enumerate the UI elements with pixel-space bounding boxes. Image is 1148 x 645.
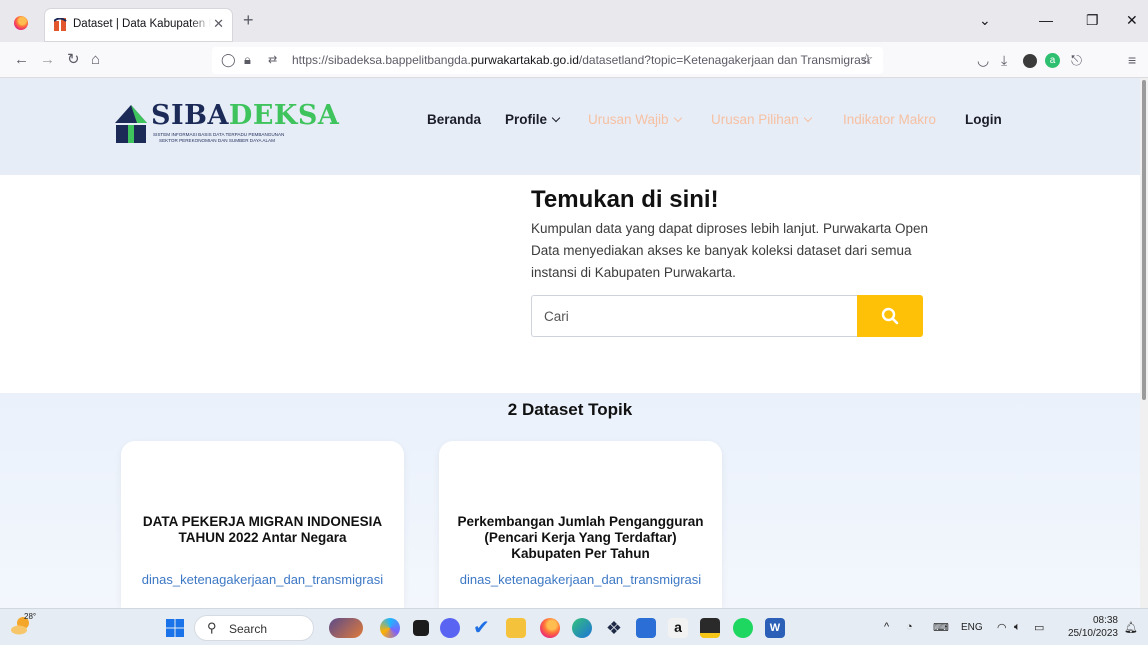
site-header: SIBADEKSA Sistem Informasi Basis Data Te…	[0, 78, 1140, 175]
logo-subtitle: Sistem Informasi Basis Data Terpadu Pemb…	[153, 132, 285, 143]
edge-icon[interactable]	[572, 618, 592, 638]
downloads-icon[interactable]: ⤓	[1001, 51, 1007, 69]
browser-tab[interactable]: Dataset | Data Kabupaten Purwakarta ✕	[45, 9, 232, 41]
home-icon[interactable]: ⌂	[91, 51, 100, 69]
widgets-icon[interactable]	[329, 618, 363, 638]
restore-icon[interactable]: ❐	[1086, 12, 1099, 28]
dataset-card-agency[interactable]: dinas_ketenagakerjaan_dan_transmigrasi	[121, 572, 404, 587]
tray-overflow-icon[interactable]: ^	[884, 621, 889, 633]
scrollbar-thumb[interactable]	[1142, 80, 1146, 400]
nav-beranda[interactable]: Beranda	[427, 112, 481, 127]
grammar-extension-icon[interactable]: a	[1045, 53, 1060, 68]
url-bar[interactable]: ◯ 🔒︎ ⇄ https://sibadeksa.bappelitbangda.…	[212, 47, 883, 74]
new-tab-icon[interactable]: +	[243, 11, 254, 29]
back-icon[interactable]: ←	[14, 51, 29, 69]
shield-icon[interactable]: ◯	[221, 52, 236, 68]
volume-icon[interactable]: 🔈︎	[1014, 621, 1021, 634]
pocket-icon[interactable]: ◡	[977, 51, 989, 69]
clock-time: 08:38	[1092, 615, 1118, 626]
search-button[interactable]	[857, 295, 923, 337]
nav-urusan-pilihan[interactable]: Urusan Pilihan	[711, 112, 813, 127]
search-icon: ⚲	[207, 620, 217, 635]
spotify-icon[interactable]	[733, 618, 753, 638]
lock-icon[interactable]: 🔒︎	[244, 52, 251, 68]
copilot-icon[interactable]	[380, 618, 400, 638]
firefox-taskbar-icon[interactable]	[540, 618, 560, 638]
nav-profile[interactable]: Profile	[505, 112, 561, 127]
weather-temperature: 28°	[24, 612, 37, 621]
file-explorer-icon[interactable]	[506, 618, 526, 638]
dataset-card-title[interactable]: DATA PEKERJA MIGRAN INDONESIA TAHUN 2022…	[137, 514, 388, 546]
todo-icon[interactable]: ✔	[473, 618, 493, 638]
keyboard-icon[interactable]: ⌨	[933, 621, 949, 634]
logo-wordmark: SIBADEKSA	[151, 100, 340, 131]
search-input[interactable]	[531, 295, 857, 337]
menu-icon[interactable]: ≡	[1128, 51, 1136, 69]
discord-icon[interactable]	[440, 618, 460, 638]
notification-bell-icon[interactable]: 🔔︎	[1124, 621, 1138, 634]
tab-close-icon[interactable]: ✕	[213, 16, 224, 32]
dataset-card[interactable]: DATA PEKERJA MIGRAN INDONESIA TAHUN 2022…	[121, 441, 404, 608]
tray-app-icon[interactable]: ◔	[906, 621, 913, 633]
amazon-icon[interactable]: a	[668, 618, 688, 638]
windows-taskbar: 28° ⚲ Search ✔ ❖ a W ^ ◔ ⌨ ENG ◠ 🔈︎ ▭ 08…	[0, 608, 1148, 645]
nav-indikator-makro[interactable]: Indikator Makro	[843, 112, 936, 127]
dataset-card[interactable]: Perkembangan Jumlah Pengangguran (Pencar…	[439, 441, 722, 608]
search-icon	[881, 307, 899, 325]
url-text[interactable]: https://sibadeksa.bappelitbangda.purwaka…	[292, 53, 869, 67]
store-icon[interactable]	[636, 618, 656, 638]
sticky-notes-icon[interactable]	[700, 618, 720, 638]
share-icon[interactable]: ⎋	[1071, 51, 1082, 69]
chevron-down-icon	[673, 113, 682, 123]
windows-start-icon[interactable]	[166, 619, 184, 637]
chevron-down-icon	[551, 113, 561, 123]
close-window-icon[interactable]: ✕	[1126, 12, 1138, 28]
extension-icon[interactable]	[1023, 54, 1037, 68]
logo-mark-icon	[115, 105, 147, 143]
taskbar-search[interactable]: ⚲ Search	[194, 615, 314, 641]
nav-login[interactable]: Login	[965, 112, 1002, 127]
browser-tab-bar: Dataset | Data Kabupaten Purwakarta ✕ + …	[0, 0, 1148, 42]
firefox-icon[interactable]	[14, 16, 28, 30]
hero-description: Kumpulan data yang dapat diproses lebih …	[531, 221, 929, 280]
dataset-card-title[interactable]: Perkembangan Jumlah Pengangguran (Pencar…	[455, 514, 706, 562]
minimize-icon[interactable]: —	[1039, 12, 1053, 28]
tab-list-icon[interactable]: ⌄	[979, 12, 991, 28]
permissions-icon[interactable]: ⇄	[268, 53, 277, 66]
taskbar-clock[interactable]: 08:38 25/10/2023	[1062, 614, 1118, 640]
page-scrollbar[interactable]	[1140, 78, 1148, 608]
dataset-heading: 2 Dataset Topik	[507, 400, 633, 419]
nav-urusan-wajib[interactable]: Urusan Wajib	[588, 112, 682, 127]
taskbar-search-label: Search	[229, 622, 268, 636]
site-logo[interactable]: SIBADEKSA Sistem Informasi Basis Data Te…	[113, 101, 339, 151]
wifi-icon[interactable]: ◠	[997, 621, 1007, 634]
word-icon[interactable]: W	[765, 618, 785, 638]
reload-icon[interactable]: ↻	[67, 51, 80, 69]
dataset-card-agency[interactable]: dinas_ketenagakerjaan_dan_transmigrasi	[439, 572, 722, 587]
language-indicator[interactable]: ENG	[961, 622, 983, 633]
clock-date: 25/10/2023	[1067, 628, 1118, 639]
site-favicon-icon	[54, 18, 67, 31]
tab-title: Dataset | Data Kabupaten Purwakarta	[73, 18, 211, 30]
forward-icon[interactable]: →	[40, 51, 55, 69]
bookmark-star-icon[interactable]: ☆	[860, 50, 873, 68]
browser-nav-bar: ← → ↻ ⌂ ◯ 🔒︎ ⇄ https://sibadeksa.bappeli…	[0, 42, 1148, 78]
battery-icon[interactable]: ▭	[1034, 621, 1044, 634]
search-form	[531, 295, 923, 337]
chevron-down-icon	[803, 113, 813, 123]
task-view-icon[interactable]	[413, 620, 429, 636]
dropbox-icon[interactable]: ❖	[604, 618, 624, 638]
hero-title: Temukan di sini!	[531, 186, 719, 213]
